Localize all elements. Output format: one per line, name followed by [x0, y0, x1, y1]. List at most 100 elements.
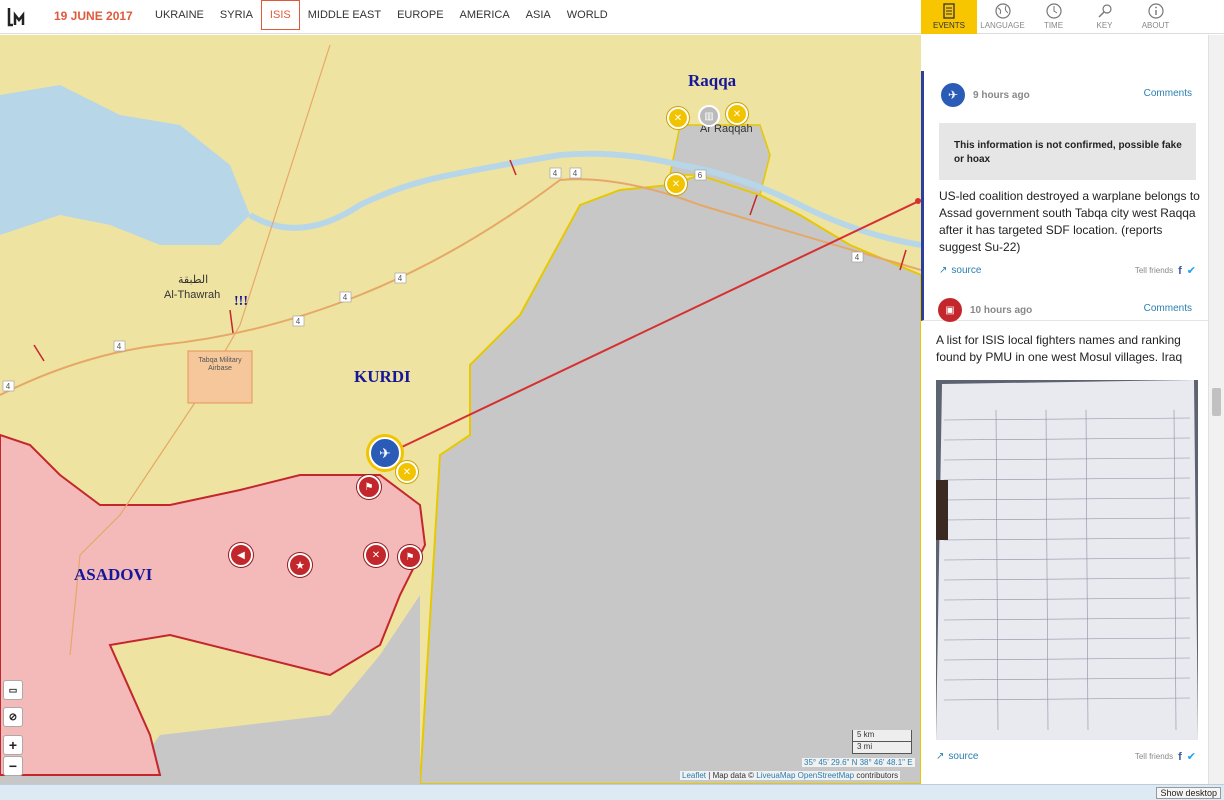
- scale-km: 5 km: [852, 730, 912, 742]
- leaflet-link[interactable]: Leaflet: [682, 771, 706, 780]
- tool-time-label: TIME: [1043, 21, 1064, 30]
- tool-language[interactable]: LANGUAGE: [977, 0, 1028, 34]
- nav-america[interactable]: AMERICA: [452, 0, 518, 30]
- road-number-label: 4: [6, 382, 11, 391]
- osm-link[interactable]: OpenStreetMap: [798, 771, 854, 780]
- panel-scrollbar[interactable]: [1208, 35, 1224, 784]
- plane-marker[interactable]: ✈: [369, 437, 401, 469]
- events-icon: [943, 3, 955, 19]
- road-number-label: 4: [855, 253, 860, 262]
- road-number-shield: 4: [292, 315, 305, 327]
- events-panel: ✈ 9 hours ago Comments This information …: [921, 35, 1208, 784]
- event-text: US-led coalition destroyed a warplane be…: [939, 189, 1200, 254]
- external-link-icon: ↗: [939, 265, 948, 276]
- megaphone-marker[interactable]: ◀: [229, 543, 253, 567]
- event-item[interactable]: ▣ 10 hours ago Comments A list for ISIS …: [921, 286, 1208, 776]
- nav-asia[interactable]: ASIA: [518, 0, 559, 30]
- event-source-link[interactable]: ↗ source: [936, 751, 978, 762]
- building-marker[interactable]: ▥: [698, 105, 720, 127]
- event-source-link[interactable]: ↗ source: [939, 265, 981, 276]
- event-comments-link[interactable]: Comments: [1144, 303, 1192, 314]
- nav-middle-east[interactable]: MIDDLE EAST: [300, 0, 389, 30]
- event-photo[interactable]: [936, 380, 1198, 740]
- document-photo: [936, 380, 1198, 740]
- star-marker[interactable]: ★: [288, 553, 312, 577]
- zoom-out-button[interactable]: −: [3, 756, 23, 776]
- nav-syria[interactable]: SYRIA: [212, 0, 261, 30]
- rifle-marker[interactable]: ✕: [726, 103, 748, 125]
- hoax-warning: This information is not confirmed, possi…: [939, 123, 1196, 180]
- nav-europe[interactable]: EUROPE: [389, 0, 451, 30]
- megaphone-icon: ◀: [237, 549, 245, 561]
- flag-marker[interactable]: ⚑: [398, 545, 422, 569]
- show-desktop-button[interactable]: Show desktop: [1156, 787, 1221, 799]
- rifle-icon: ✕: [732, 108, 742, 120]
- rifle-marker[interactable]: ✕: [396, 461, 418, 483]
- road-number-label: 4: [117, 342, 122, 351]
- nav-world[interactable]: WORLD: [559, 0, 616, 30]
- nav-isis[interactable]: ISIS: [260, 0, 300, 30]
- facebook-icon[interactable]: f: [1178, 751, 1182, 763]
- ruler-icon: ▭: [8, 684, 18, 695]
- map-view[interactable]: 444444464 Raqqa Ar Raqqah الطبقة Al-Thaw…: [0, 35, 921, 784]
- current-date[interactable]: 19 JUNE 2017: [54, 9, 133, 23]
- plane-icon: ✈: [379, 444, 391, 461]
- event-type-badge: ▣: [938, 298, 962, 322]
- road-number-label: 4: [398, 274, 403, 283]
- event-item[interactable]: ✈ 9 hours ago Comments This information …: [921, 71, 1208, 321]
- region-nav: UKRAINE SYRIA ISIS MIDDLE EAST EUROPE AM…: [147, 0, 616, 34]
- globe-icon: [994, 3, 1011, 19]
- flag-marker[interactable]: ⚑: [357, 475, 381, 499]
- map-attribution: Leaflet | Map data © LiveuaMap OpenStree…: [680, 771, 901, 780]
- map-label-thawrah-ar: الطبقة: [178, 274, 209, 286]
- twitter-icon[interactable]: ✔: [1187, 750, 1196, 763]
- tool-key[interactable]: KEY: [1079, 0, 1130, 34]
- cursor-coordinates: 35° 45' 29.6" N 38° 46' 48.1" E: [802, 758, 915, 767]
- tool-about[interactable]: ABOUT: [1130, 0, 1181, 34]
- territory-map: 4 4 4 4 4 4 4 6 4: [0, 35, 921, 784]
- ruler-button[interactable]: ▭: [3, 680, 23, 700]
- map-label-airbase: Tabqa Military Airbase: [198, 357, 242, 372]
- liveuamap-link[interactable]: LiveuaMap: [756, 771, 795, 780]
- map-label-kurdi: KURDI: [354, 367, 411, 386]
- rifle-marker[interactable]: ✕: [364, 543, 388, 567]
- road-number-label: 4: [343, 293, 348, 302]
- map-label-exclaim: !!!: [234, 294, 248, 309]
- tool-time[interactable]: TIME: [1028, 0, 1079, 34]
- road-number-shield: 4: [2, 380, 15, 392]
- flag-icon: ⚑: [364, 481, 374, 493]
- tell-friends-label: Tell friends: [1134, 752, 1174, 761]
- liveuamap-logo-icon[interactable]: [6, 5, 30, 29]
- scale-mi: 3 mi: [852, 742, 912, 754]
- hide-layer-button[interactable]: ⊘: [3, 707, 23, 727]
- event-time: 9 hours ago: [973, 90, 1030, 101]
- rifle-marker[interactable]: ✕: [665, 173, 687, 195]
- map-label-raqqa: Raqqa: [688, 71, 737, 90]
- road-number-shield: 6: [694, 169, 707, 181]
- event-comments-link[interactable]: Comments: [1144, 88, 1192, 99]
- photo-icon: ▣: [945, 304, 955, 316]
- event-type-badge: ✈: [941, 83, 965, 107]
- road-number-shield: 4: [394, 272, 407, 284]
- scrollbar-thumb[interactable]: [1212, 388, 1221, 416]
- building-icon: ▥: [704, 110, 714, 122]
- road-number-shield: 4: [569, 167, 582, 179]
- top-bar: 19 JUNE 2017 UKRAINE SYRIA ISIS MIDDLE E…: [0, 0, 1224, 34]
- tool-events-label: EVENTS: [932, 21, 965, 30]
- tool-language-label: LANGUAGE: [980, 21, 1025, 30]
- facebook-icon[interactable]: f: [1178, 265, 1182, 277]
- nav-ukraine[interactable]: UKRAINE: [147, 0, 212, 30]
- zoom-in-button[interactable]: +: [3, 735, 23, 755]
- key-icon: [1098, 4, 1112, 18]
- plane-icon: ✈: [947, 88, 959, 102]
- road-number-label: 4: [573, 169, 578, 178]
- twitter-icon[interactable]: ✔: [1187, 264, 1196, 277]
- rifle-marker[interactable]: ✕: [667, 107, 689, 129]
- star-icon: ★: [295, 559, 305, 572]
- share-box: Tell friends f ✔: [1134, 750, 1196, 764]
- tool-key-label: KEY: [1096, 21, 1113, 30]
- eye-off-icon: ⊘: [8, 711, 18, 723]
- map-label-thawrah: Al-Thawrah: [164, 289, 221, 301]
- tool-events[interactable]: EVENTS: [921, 0, 977, 34]
- attribution-text: | Map data ©: [708, 771, 755, 780]
